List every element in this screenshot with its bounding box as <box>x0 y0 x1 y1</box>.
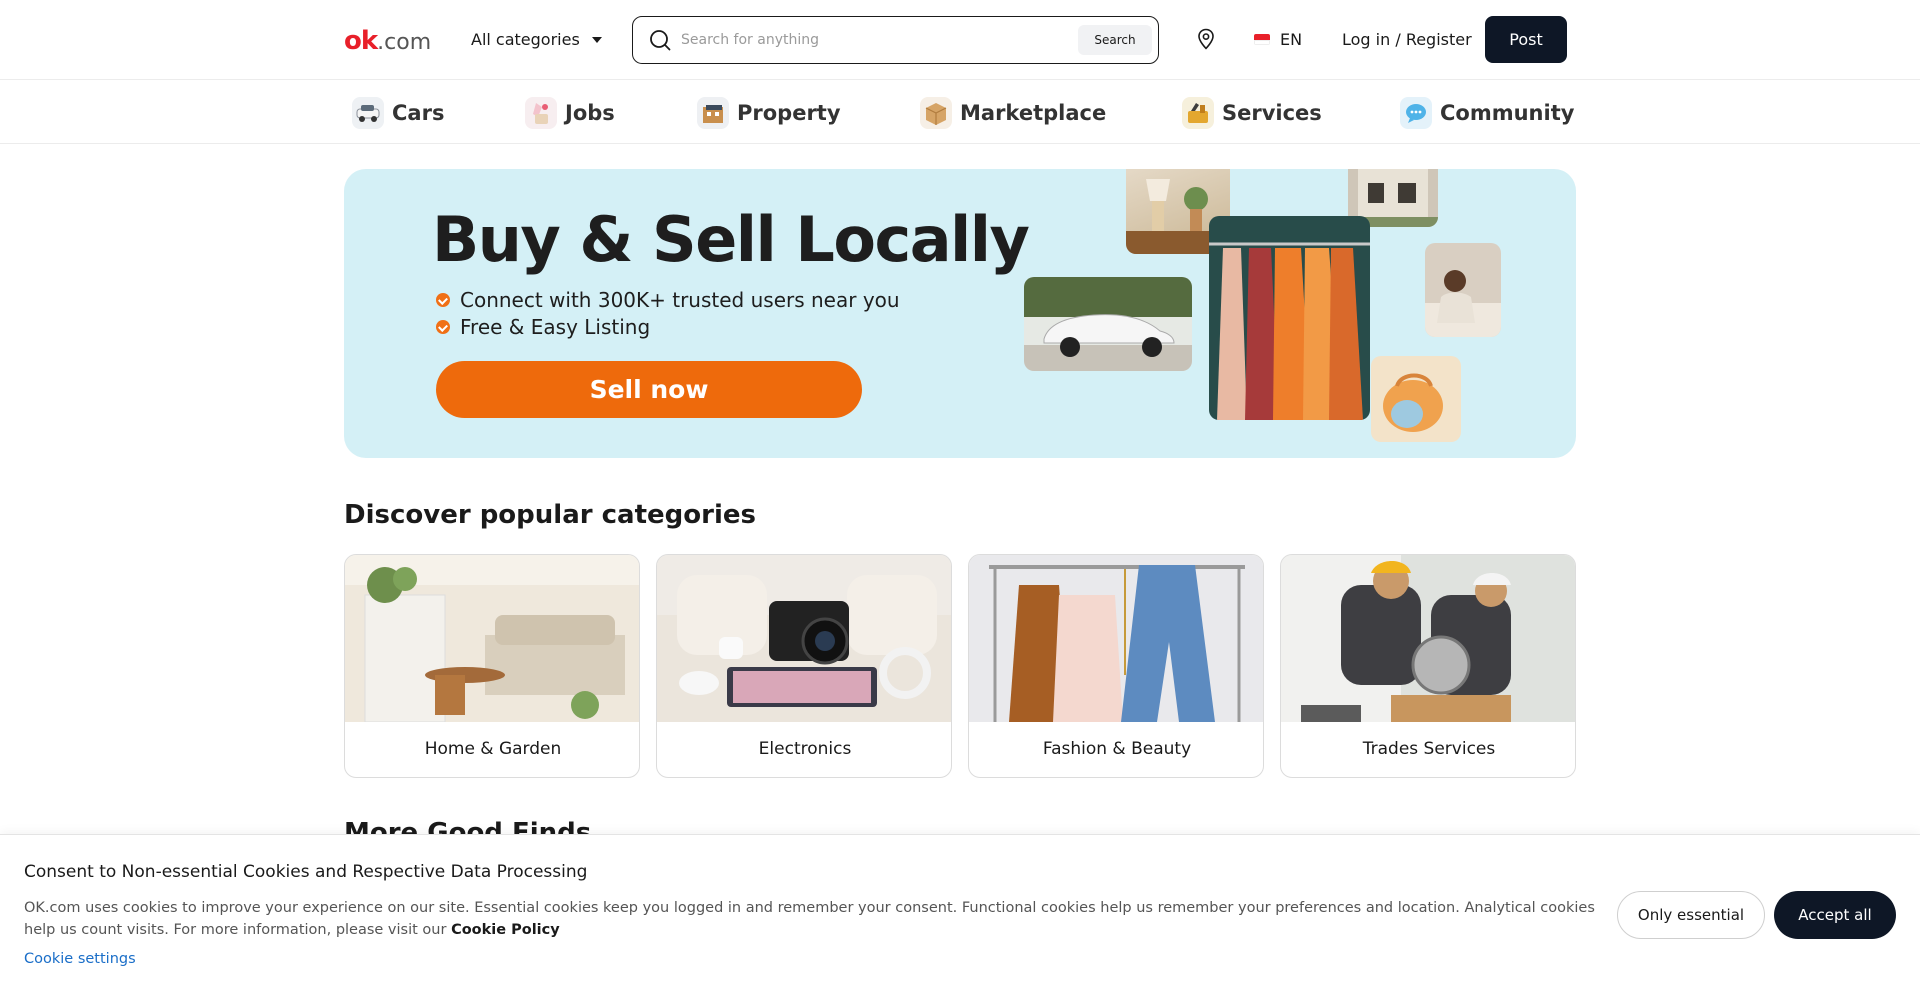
banner-bullet: Free & Easy Listing <box>436 315 650 339</box>
property-icon <box>697 97 729 129</box>
search-input[interactable] <box>681 27 1041 53</box>
fashion-beauty-photo <box>969 555 1263 722</box>
clothes-rack-photo <box>1209 216 1370 420</box>
sell-now-button[interactable]: Sell now <box>436 361 862 418</box>
nav-item-services[interactable]: Services <box>1182 95 1322 131</box>
all-categories-label: All categories <box>471 30 580 49</box>
logo-mark: ok <box>344 26 378 56</box>
cookie-settings-link[interactable]: Cookie settings <box>24 951 136 967</box>
chat-icon <box>1400 97 1432 129</box>
nav-label: Community <box>1440 101 1575 125</box>
nav-label: Marketplace <box>960 101 1107 125</box>
accept-all-button[interactable]: Accept all <box>1774 891 1896 939</box>
login-register-link[interactable]: Log in / Register <box>1342 30 1472 49</box>
box-icon <box>920 97 952 129</box>
category-card-trades-services[interactable]: Trades Services <box>1280 554 1576 778</box>
search-icon <box>650 30 671 51</box>
nav-item-property[interactable]: Property <box>697 95 841 131</box>
cookie-policy-link[interactable]: Cookie Policy <box>451 922 560 938</box>
woman-photo <box>1425 243 1501 337</box>
all-categories-dropdown[interactable]: All categories <box>471 30 602 49</box>
language-selector[interactable]: EN <box>1254 30 1302 49</box>
car-icon <box>352 97 384 129</box>
banner-title: Buy & Sell Locally <box>432 203 1030 276</box>
page: ok .com All categories Search EN Log in … <box>0 0 1920 993</box>
category-label: Trades Services <box>1362 739 1496 759</box>
handbag-photo <box>1371 356 1461 442</box>
logo-domain: .com <box>377 30 432 55</box>
cookie-text: OK.com uses cookies to improve your expe… <box>24 900 1595 938</box>
site-logo[interactable]: ok .com <box>344 26 432 56</box>
nav-label: Jobs <box>565 101 615 125</box>
bullet-text: Free & Easy Listing <box>460 315 651 339</box>
banner-bullet: Connect with 300K+ trusted users near yo… <box>436 288 900 312</box>
nav-label: Services <box>1222 101 1322 125</box>
electronics-photo <box>657 555 951 722</box>
category-card-fashion-beauty[interactable]: Fashion & Beauty <box>968 554 1264 778</box>
jobs-icon <box>525 97 557 129</box>
post-button[interactable]: Post <box>1485 16 1567 63</box>
top-header: ok .com All categories Search EN Log in … <box>0 0 1920 80</box>
check-icon <box>436 320 450 334</box>
singapore-flag-icon <box>1254 34 1270 45</box>
promo-banner[interactable]: Buy & Sell Locally Connect with 300K+ tr… <box>344 169 1576 458</box>
car-photo <box>1024 277 1192 371</box>
search-bar: Search <box>632 16 1159 64</box>
bullet-text: Connect with 300K+ trusted users near yo… <box>460 288 900 312</box>
home-garden-photo <box>345 555 639 722</box>
language-label: EN <box>1280 30 1303 49</box>
popular-categories-title: Discover popular categories <box>344 500 756 530</box>
nav-item-community[interactable]: Community <box>1400 95 1574 131</box>
nav-item-cars[interactable]: Cars <box>352 95 444 131</box>
only-essential-button[interactable]: Only essential <box>1617 891 1765 939</box>
category-card-home-garden[interactable]: Home & Garden <box>344 554 640 778</box>
search-button[interactable]: Search <box>1078 25 1152 55</box>
trades-services-photo <box>1281 555 1575 722</box>
location-pin-icon[interactable] <box>1196 28 1216 50</box>
cookie-consent-banner: Consent to Non-essential Cookies and Res… <box>0 834 1920 993</box>
nav-item-marketplace[interactable]: Marketplace <box>920 95 1106 131</box>
nav-item-jobs[interactable]: Jobs <box>525 95 615 131</box>
cookie-description: OK.com uses cookies to improve your expe… <box>24 897 1604 941</box>
cookie-title: Consent to Non-essential Cookies and Res… <box>24 862 588 882</box>
nav-label: Property <box>737 101 841 125</box>
check-icon <box>436 293 450 307</box>
category-label: Home & Garden <box>424 739 562 759</box>
category-label: Electronics <box>758 739 852 759</box>
services-icon <box>1182 97 1214 129</box>
category-label: Fashion & Beauty <box>1042 739 1192 759</box>
category-nav: Cars Jobs Property Marketplace Services <box>0 81 1920 144</box>
nav-label: Cars <box>392 101 445 125</box>
category-card-electronics[interactable]: Electronics <box>656 554 952 778</box>
caret-down-icon <box>591 36 602 43</box>
